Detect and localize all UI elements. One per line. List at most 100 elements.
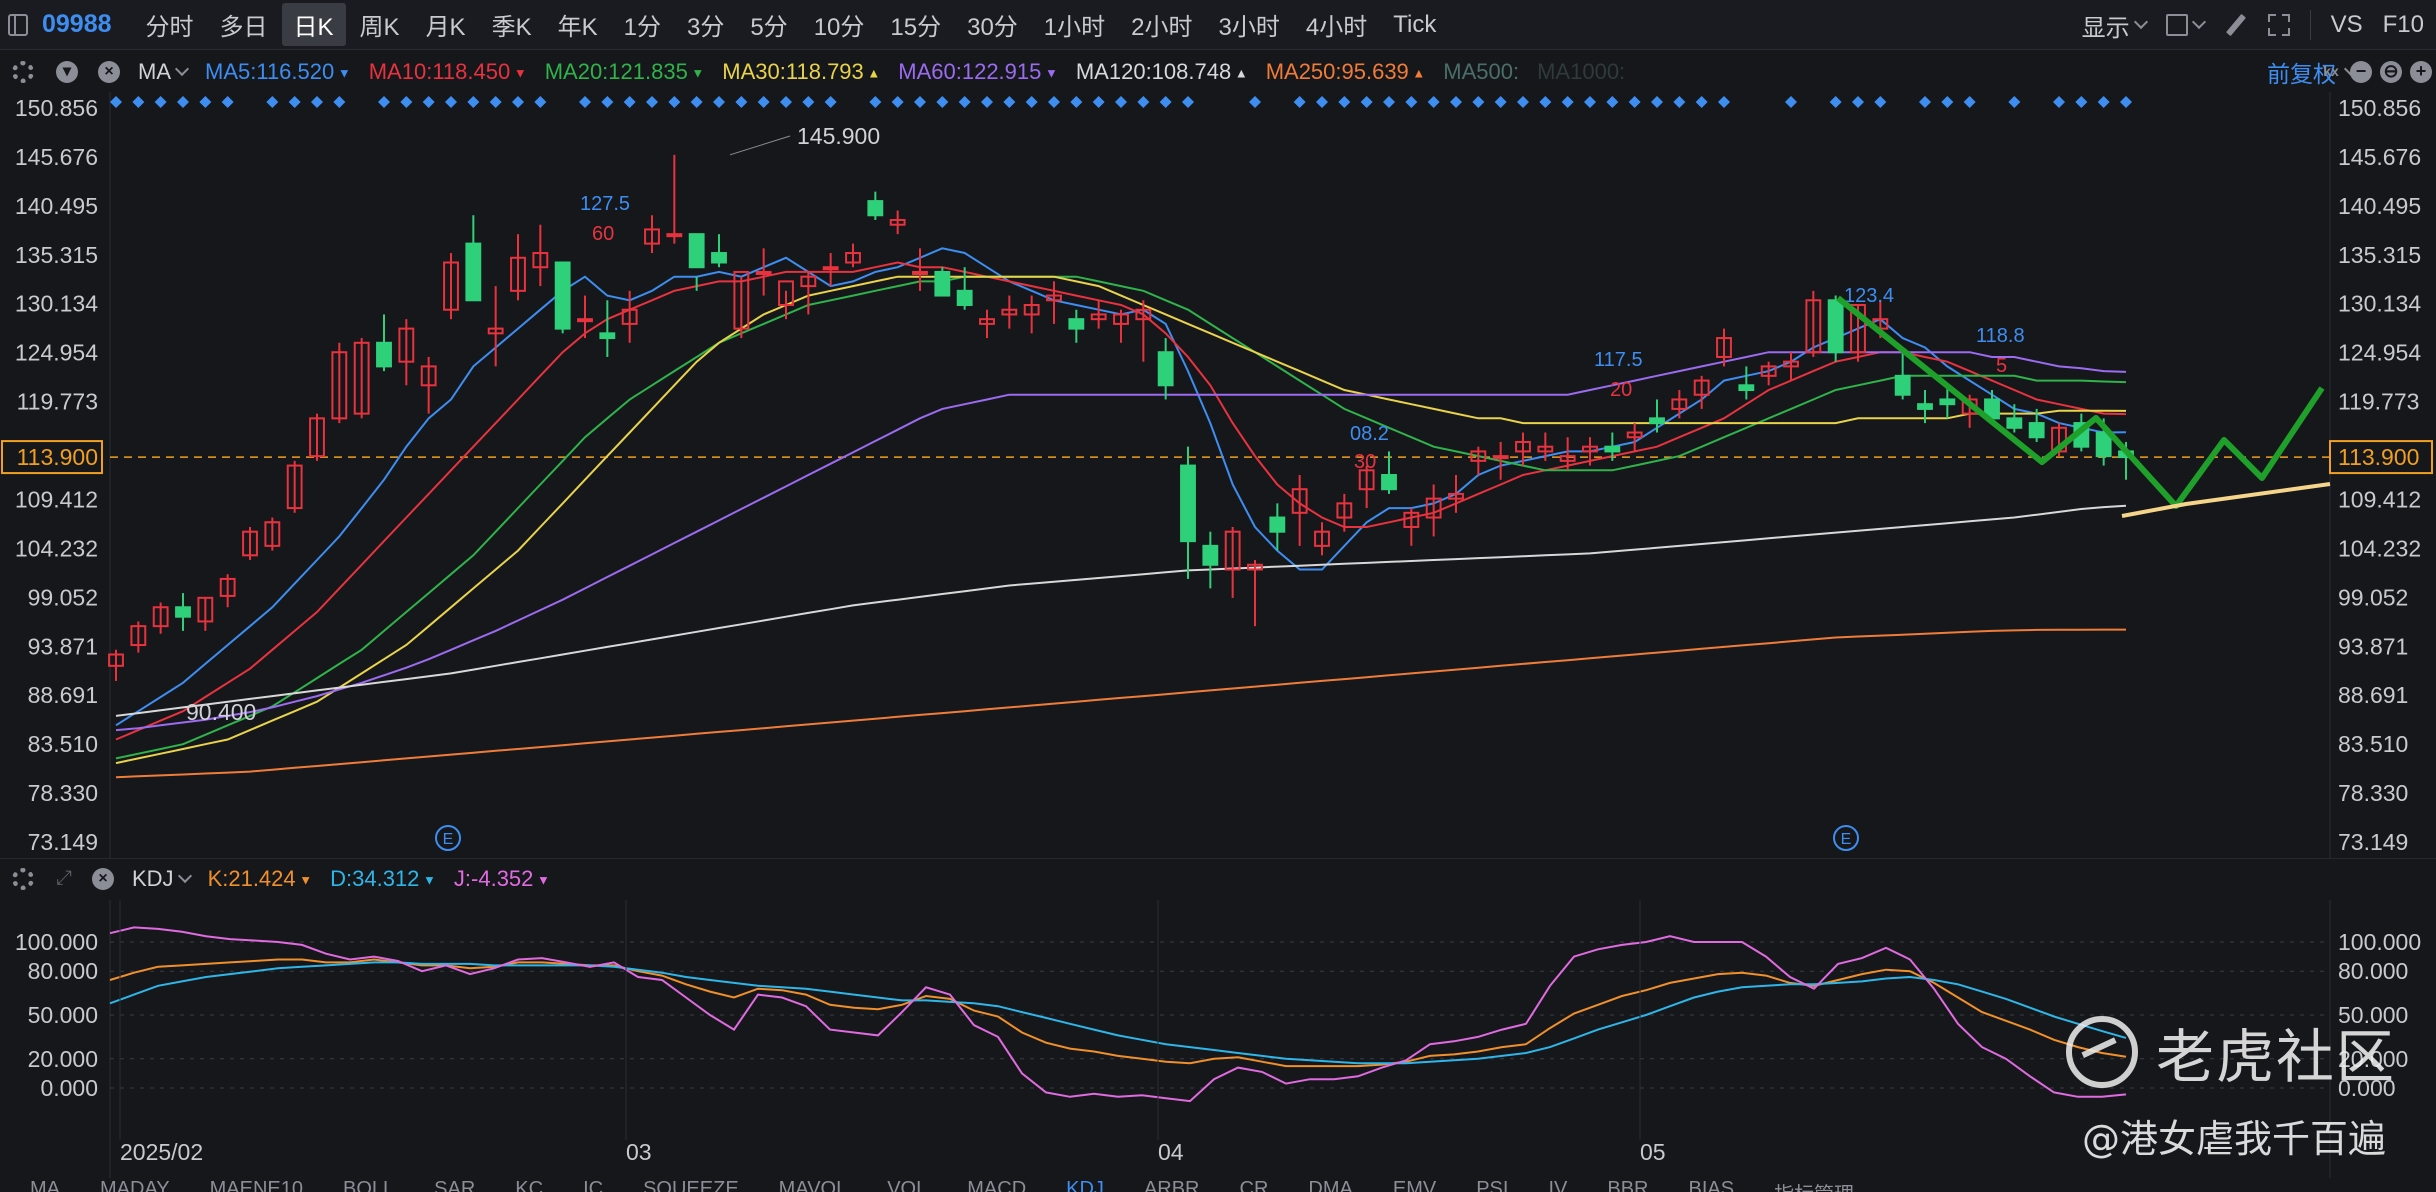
indicator-tab[interactable]: MADAY xyxy=(100,1178,170,1192)
ma-value[interactable]: MA60:122.915 ▼ xyxy=(898,59,1058,85)
indicator-tab[interactable]: SAR xyxy=(434,1178,475,1192)
period-tab[interactable]: 5分 xyxy=(738,3,799,46)
candle-body[interactable] xyxy=(1894,374,1911,396)
period-tab[interactable]: 4小时 xyxy=(1294,3,1379,46)
candle-body[interactable] xyxy=(465,242,482,302)
candle-body[interactable] xyxy=(1738,384,1755,392)
candle-body[interactable] xyxy=(599,332,616,340)
f10-button[interactable]: F10 xyxy=(2383,11,2424,39)
candle-body[interactable] xyxy=(867,200,884,217)
candle-body[interactable] xyxy=(711,252,727,264)
settings-gear-icon[interactable] xyxy=(12,867,34,890)
candle-body[interactable] xyxy=(934,270,951,297)
indicator-tab[interactable]: DMA xyxy=(1308,1178,1352,1192)
period-tab[interactable]: 1小时 xyxy=(1032,3,1117,46)
candle-body[interactable] xyxy=(2006,417,2023,429)
candle-body[interactable] xyxy=(376,341,392,368)
period-tab[interactable]: 年K xyxy=(546,3,610,46)
period-tab[interactable]: 分时 xyxy=(134,3,206,46)
candle-body[interactable] xyxy=(755,270,772,275)
indicator-tab[interactable]: BOLL xyxy=(343,1178,394,1192)
plus-icon[interactable]: + xyxy=(2410,61,2432,83)
ma-value[interactable]: MA5:116.520 ▼ xyxy=(205,59,351,85)
ma-value[interactable]: MA120:108.748 ▲ xyxy=(1076,59,1248,85)
settings-gear-icon[interactable] xyxy=(12,61,34,83)
candle-body[interactable] xyxy=(1068,318,1085,330)
indicator-select[interactable]: MA xyxy=(138,59,190,85)
period-tab[interactable]: 30分 xyxy=(955,3,1030,46)
candle-body[interactable] xyxy=(1202,544,1219,566)
indicator-tab[interactable]: ARBR xyxy=(1144,1178,1200,1192)
indicator-tab[interactable]: CR xyxy=(1240,1178,1269,1192)
vs-button[interactable]: VS xyxy=(2331,11,2363,39)
candle-body[interactable] xyxy=(1939,398,1956,406)
candle-body[interactable] xyxy=(1917,403,1933,410)
indicator-tab[interactable]: MA xyxy=(30,1178,60,1192)
indicator-tab[interactable]: KC xyxy=(515,1178,543,1192)
period-tab[interactable]: 3分 xyxy=(675,3,736,46)
period-tab[interactable]: 1分 xyxy=(612,3,673,46)
stock-symbol[interactable]: 09988 xyxy=(42,10,112,39)
compare-dropdown[interactable] xyxy=(2165,14,2206,36)
candle-body[interactable] xyxy=(956,289,973,307)
period-tab[interactable]: 2小时 xyxy=(1119,3,1204,46)
ma-value[interactable]: MA250:95.639 ▲ xyxy=(1266,59,1426,85)
candle-body[interactable] xyxy=(2028,422,2045,439)
ma-value[interactable]: MA1000: xyxy=(1537,59,1625,85)
period-tab[interactable]: 周K xyxy=(348,3,412,46)
candle-body[interactable] xyxy=(554,261,571,330)
candle-body[interactable] xyxy=(1492,455,1509,460)
candle-body[interactable] xyxy=(666,233,683,238)
indicator-tab[interactable]: VOL xyxy=(887,1178,927,1192)
kdj-indicator-select[interactable]: KDJ xyxy=(132,866,192,892)
period-tab[interactable]: 月K xyxy=(414,3,478,46)
candle-body[interactable] xyxy=(912,270,928,275)
candle-body[interactable] xyxy=(577,318,593,323)
indicator-tab[interactable]: IC xyxy=(583,1178,603,1192)
kdj-value[interactable]: D:34.312 ▼ xyxy=(330,866,436,892)
ma-value[interactable]: MA500: xyxy=(1443,59,1519,85)
indicator-tab[interactable]: BBR xyxy=(1607,1178,1648,1192)
candle-body[interactable] xyxy=(1604,445,1621,453)
indicator-tab[interactable]: KDJ xyxy=(1066,1178,1104,1192)
candle-body[interactable] xyxy=(175,606,191,618)
ma-value[interactable]: MA30:118.793 ▲ xyxy=(722,59,880,85)
candle-body[interactable] xyxy=(822,266,839,271)
candle-body[interactable] xyxy=(1381,474,1397,491)
close-icon[interactable]: × xyxy=(98,61,120,83)
indicator-tab[interactable]: BIAS xyxy=(1688,1178,1734,1192)
sidebar-toggle-icon[interactable] xyxy=(8,13,28,36)
close-icon[interactable]: × xyxy=(92,867,114,890)
indicator-tab[interactable]: SQUEEZE xyxy=(643,1178,739,1192)
draw-pen-icon[interactable] xyxy=(2224,13,2248,37)
indicator-tab[interactable]: PSI xyxy=(1476,1178,1508,1192)
collapse-chevron-icon[interactable]: ▾ xyxy=(56,61,78,83)
period-tab[interactable]: Tick xyxy=(1381,7,1448,43)
candle-body[interactable] xyxy=(1157,351,1174,387)
candle-body[interactable] xyxy=(1827,299,1844,354)
period-tab[interactable]: 日K xyxy=(281,3,346,46)
period-tab[interactable]: 3小时 xyxy=(1207,3,1292,46)
period-tab[interactable]: 季K xyxy=(480,3,544,46)
close-pane-icon[interactable]: ⊖ xyxy=(2380,61,2402,83)
candle-body[interactable] xyxy=(1649,417,1665,425)
ma-value[interactable]: MA20:121.835 ▼ xyxy=(545,59,705,85)
fullscreen-icon[interactable] xyxy=(2267,14,2290,36)
period-tab[interactable]: 多日 xyxy=(208,3,280,46)
indicator-tab[interactable]: 指标管理 xyxy=(1774,1178,1854,1192)
period-tab[interactable]: 10分 xyxy=(802,3,877,46)
expand-pane-icon[interactable]: ⤢ xyxy=(56,867,72,890)
indicator-tab[interactable]: IV xyxy=(1548,1178,1567,1192)
candle-body[interactable] xyxy=(688,233,705,269)
kdj-value[interactable]: J:-4.352 ▼ xyxy=(454,866,550,892)
candle-body[interactable] xyxy=(1180,464,1196,543)
period-tab[interactable]: 15分 xyxy=(878,3,953,46)
candle-body[interactable] xyxy=(1269,516,1286,533)
axis-settings-icon[interactable]: kx xyxy=(2320,61,2342,83)
minus-icon[interactable]: − xyxy=(2350,61,2372,83)
display-dropdown[interactable]: 显示 xyxy=(2082,8,2148,43)
indicator-tab[interactable]: EMV xyxy=(1393,1178,1436,1192)
indicator-tab[interactable]: MAVOL xyxy=(779,1178,848,1192)
kdj-value[interactable]: K:21.424 ▼ xyxy=(208,866,313,892)
candlestick-chart[interactable]: 150.856 150.856 145.676 145.676 140.495 140.4… xyxy=(0,92,2436,858)
